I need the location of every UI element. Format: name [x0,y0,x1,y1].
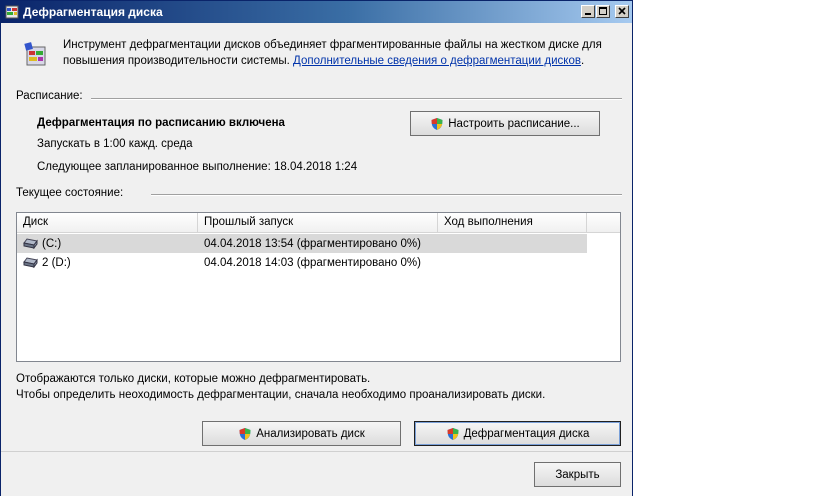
minimize-button[interactable] [581,5,595,18]
configure-schedule-button[interactable]: Настроить расписание... [410,111,600,136]
column-header-last-run[interactable]: Прошлый запуск [198,213,438,232]
disk-cell: 2 (D:) [17,257,198,269]
more-info-link[interactable]: Дополнительные сведения о дефрагментации… [293,55,581,67]
note-line-2: Чтобы определить неоходимость дефрагмент… [16,389,546,401]
note-line-1: Отображаются только диски, которые можно… [16,373,371,385]
intro-trailing: . [580,55,585,67]
analyze-disk-button[interactable]: Анализировать диск [202,421,401,446]
column-header-disk[interactable]: Диск [17,213,198,232]
defragment-disk-label: Дефрагментация диска [463,427,590,440]
intro-description: Инструмент дефрагментации дисков объедин… [63,37,623,69]
close-window-button[interactable] [615,5,629,18]
dialog-button-bar: Закрыть [1,451,632,496]
disk-name: (C:) [42,237,62,250]
schedule-next-run: Следующее запланированное выполнение: 18… [37,161,358,173]
maximize-icon [599,7,607,15]
minimize-icon [585,13,591,15]
last-run-cell: 04.04.2018 14:03 (фрагментировано 0%) [204,256,421,269]
configure-schedule-label: Настроить расписание... [448,117,580,130]
disk-row-d[interactable]: 2 (D:) 04.04.2018 14:03 (фрагментировано… [17,253,587,272]
maximize-button[interactable] [596,5,610,18]
disk-name: 2 (D:) [42,256,71,269]
close-button-label: Закрыть [555,468,600,481]
disk-list[interactable]: Диск Прошлый запуск Ход выполнения (C:) … [16,212,621,362]
disk-list-header: Диск Прошлый запуск Ход выполнения [17,213,620,233]
last-run-cell: 04.04.2018 13:54 (фрагментировано 0%) [204,237,421,250]
schedule-run-at: Запускать в 1:00 кажд. среда [37,138,193,150]
title-bar[interactable]: Дефрагментация диска [1,1,632,23]
current-state-divider [151,194,622,196]
defragment-disk-button[interactable]: Дефрагментация диска [414,421,621,446]
uac-shield-icon [431,117,443,130]
hard-drive-icon [23,257,38,268]
uac-shield-icon [239,427,251,440]
defrag-app-icon [5,5,19,19]
schedule-section-label: Расписание: [16,90,83,102]
current-state-section-label: Текущее состояние: [16,187,124,199]
disk-row-c[interactable]: (C:) 04.04.2018 13:54 (фрагментировано 0… [17,234,587,253]
column-header-progress[interactable]: Ход выполнения [438,213,587,232]
schedule-divider [91,98,622,100]
disk-cell: (C:) [17,238,198,250]
defrag-window: Дефрагментация диска Инструмент дефрагме… [0,0,633,496]
close-icon [618,7,626,15]
window-title: Дефрагментация диска [23,5,163,19]
defrag-header-icon [24,42,46,66]
uac-shield-icon [447,427,459,440]
analyze-disk-label: Анализировать диск [256,427,365,440]
hard-drive-icon [23,238,38,249]
schedule-status: Дефрагментация по расписанию включена [37,117,285,129]
close-button[interactable]: Закрыть [534,462,621,487]
